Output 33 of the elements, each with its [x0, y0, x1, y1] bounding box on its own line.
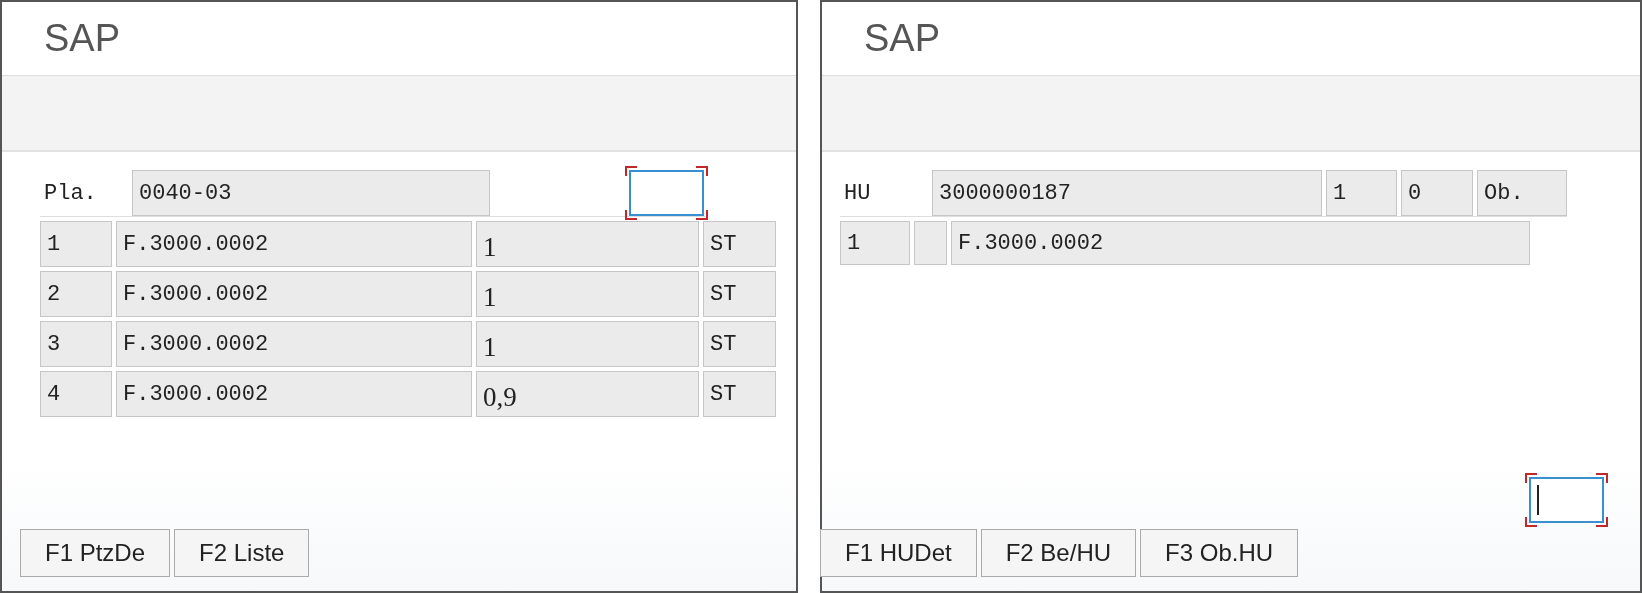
table-cell: 2: [40, 271, 112, 317]
window-title: SAP: [864, 17, 941, 60]
window-title: SAP: [44, 17, 121, 60]
function-key-button[interactable]: F2 Be/HU: [980, 529, 1137, 577]
table-cell: 1: [476, 221, 699, 267]
table-cell: 3: [40, 321, 112, 367]
table-cell: F.3000.0002: [116, 221, 472, 267]
table-cell: F.3000.0002: [116, 271, 472, 317]
table-cell: 0,9: [476, 371, 699, 417]
display-field: 1: [1326, 170, 1397, 216]
table-cell: 1: [476, 271, 699, 317]
table-cell: F.3000.0002: [116, 321, 472, 367]
table-cell: ST: [703, 321, 776, 367]
table-cell: F.3000.0002: [116, 371, 472, 417]
table-cell: [914, 221, 947, 265]
display-field: Ob.: [1477, 170, 1567, 216]
function-key-button[interactable]: F1 PtzDe: [20, 529, 171, 577]
field-label: HU: [843, 180, 872, 206]
display-field: 0: [1401, 170, 1473, 216]
table-cell: 1: [476, 321, 699, 367]
field-label: Pla.: [43, 180, 98, 206]
table-cell: ST: [703, 371, 776, 417]
function-key-button[interactable]: F1 HUDet: [820, 529, 977, 577]
display-field: 3000000187: [932, 170, 1322, 216]
function-key-button[interactable]: F3 Ob.HU: [1140, 529, 1299, 577]
table-cell: 1: [840, 221, 910, 265]
table-cell: 1: [40, 221, 112, 267]
table-cell: 4: [40, 371, 112, 417]
table-cell: F.3000.0002: [951, 221, 1530, 265]
table-cell: ST: [703, 271, 776, 317]
table-cell: ST: [703, 221, 776, 267]
display-field: 0040-03: [132, 170, 490, 216]
function-key-button[interactable]: F2 Liste: [174, 529, 310, 577]
